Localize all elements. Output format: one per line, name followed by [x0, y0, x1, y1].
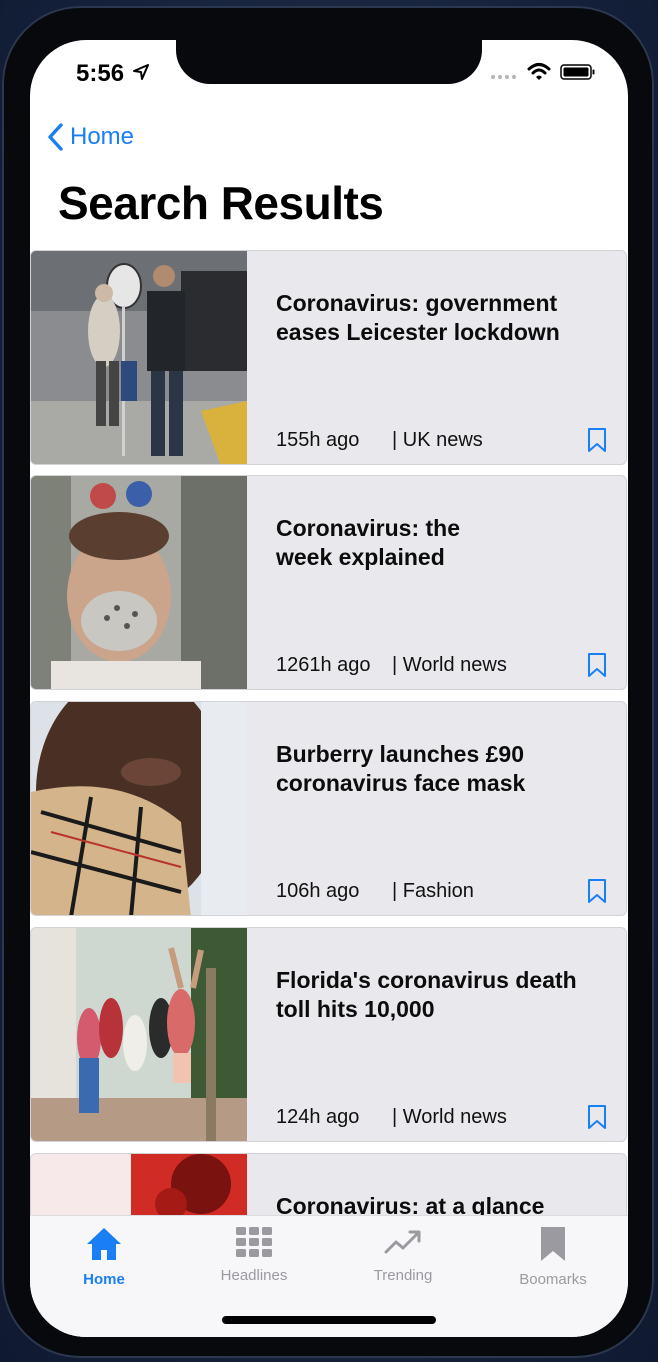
back-button-label: Home [70, 123, 135, 150]
article-card[interactable]: Florida's coronavirus death toll hits 10… [30, 927, 627, 1142]
article-card[interactable]: Burberry launches £90 coronavirus face m… [30, 701, 627, 916]
article-thumbnail-image [31, 476, 247, 689]
article-meta: 1261h ago | World news [276, 654, 507, 677]
article-thumbnail-image [31, 251, 247, 464]
app-screen: 5:56 Home Search Results Coronavirus: go… [30, 40, 628, 1337]
tab-bookmarks[interactable]: Boomarks [493, 1226, 613, 1288]
status-time: 5:56 [76, 60, 125, 87]
article-time: 124h ago [276, 1106, 360, 1128]
article-thumbnail-image [31, 702, 247, 915]
article-time: 155h ago [276, 429, 360, 451]
tab-label: Boomarks [519, 1271, 587, 1288]
chevron-left-icon [48, 123, 63, 151]
tab-home[interactable]: Home [44, 1226, 164, 1288]
trending-icon [384, 1230, 421, 1254]
battery-icon [560, 64, 595, 80]
page-title: Search Results [58, 177, 384, 229]
article-headline: Burberry launches £90 coronavirus face m… [276, 741, 526, 796]
tab-label: Home [83, 1271, 125, 1288]
phone-frame: 5:56 Home Search Results Coronavirus: go… [2, 6, 654, 1358]
article-time: 1261h ago [276, 654, 371, 676]
tab-label: Trending [373, 1267, 433, 1284]
home-indicator[interactable] [222, 1316, 436, 1324]
article-headline: Coronavirus: government eases Leicester … [276, 290, 560, 345]
article-time: 106h ago [276, 880, 360, 902]
bookmark-icon [541, 1227, 565, 1261]
article-section: | UK news [392, 429, 483, 451]
tab-headlines[interactable]: Headlines [194, 1226, 314, 1284]
bookmark-icon[interactable] [587, 1104, 607, 1130]
house-icon [87, 1228, 121, 1260]
tab-label: Headlines [220, 1267, 288, 1284]
article-meta: 124h ago | World news [276, 1106, 507, 1129]
article-card[interactable]: Coronavirus: government eases Leicester … [30, 250, 627, 465]
article-card[interactable]: Coronavirus: the week explained 1261h ag… [30, 475, 627, 690]
tab-trending[interactable]: Trending [343, 1226, 463, 1284]
bookmark-icon[interactable] [587, 878, 607, 904]
notch [176, 40, 482, 84]
location-arrow-icon [133, 64, 149, 80]
wifi-icon [527, 63, 551, 80]
article-meta: 155h ago | UK news [276, 429, 483, 452]
bookmark-icon[interactable] [587, 427, 607, 453]
article-meta: 106h ago | Fashion [276, 880, 474, 903]
back-button[interactable]: Home [46, 120, 134, 154]
article-section: | World news [392, 1106, 507, 1128]
article-section: | World news [392, 654, 507, 676]
signal-icon [491, 75, 516, 79]
bookmark-icon[interactable] [587, 652, 607, 678]
grid-icon [236, 1227, 272, 1257]
article-thumbnail-image [31, 928, 247, 1141]
article-headline: Florida's coronavirus death toll hits 10… [276, 967, 577, 1022]
article-headline: Coronavirus: the week explained [276, 515, 461, 570]
article-section: | Fashion [392, 880, 474, 902]
